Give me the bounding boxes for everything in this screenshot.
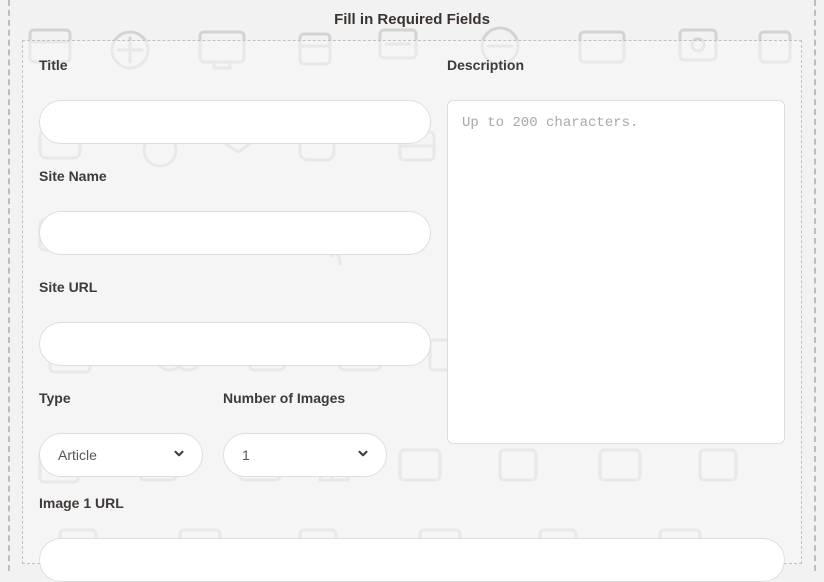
site-name-label: Site Name xyxy=(39,168,431,184)
field-description: Description xyxy=(447,57,785,449)
field-title: Title xyxy=(39,57,431,144)
form-container: Fill in Required Fields Title Site Name … xyxy=(8,0,816,571)
image1-url-input[interactable] xyxy=(39,538,785,582)
type-selected-value: Article xyxy=(58,447,97,463)
field-site-url: Site URL xyxy=(39,279,431,366)
title-label: Title xyxy=(39,57,431,73)
field-image1-url: Image 1 URL xyxy=(39,495,785,582)
type-select[interactable]: Article xyxy=(39,433,203,477)
image1-url-label: Image 1 URL xyxy=(39,495,785,511)
chevron-down-icon xyxy=(172,447,186,464)
chevron-down-icon xyxy=(356,447,370,464)
site-url-input[interactable] xyxy=(39,322,431,366)
num-images-selected-value: 1 xyxy=(242,447,250,463)
section-heading: Fill in Required Fields xyxy=(22,0,802,40)
description-textarea[interactable] xyxy=(447,100,785,444)
num-images-select[interactable]: 1 xyxy=(223,433,387,477)
num-images-label: Number of Images xyxy=(223,390,387,406)
form-panel: Title Site Name Site URL Type Article xyxy=(22,40,802,564)
site-name-input[interactable] xyxy=(39,211,431,255)
site-url-label: Site URL xyxy=(39,279,431,295)
title-input[interactable] xyxy=(39,100,431,144)
type-label: Type xyxy=(39,390,203,406)
field-site-name: Site Name xyxy=(39,168,431,255)
description-label: Description xyxy=(447,57,785,73)
